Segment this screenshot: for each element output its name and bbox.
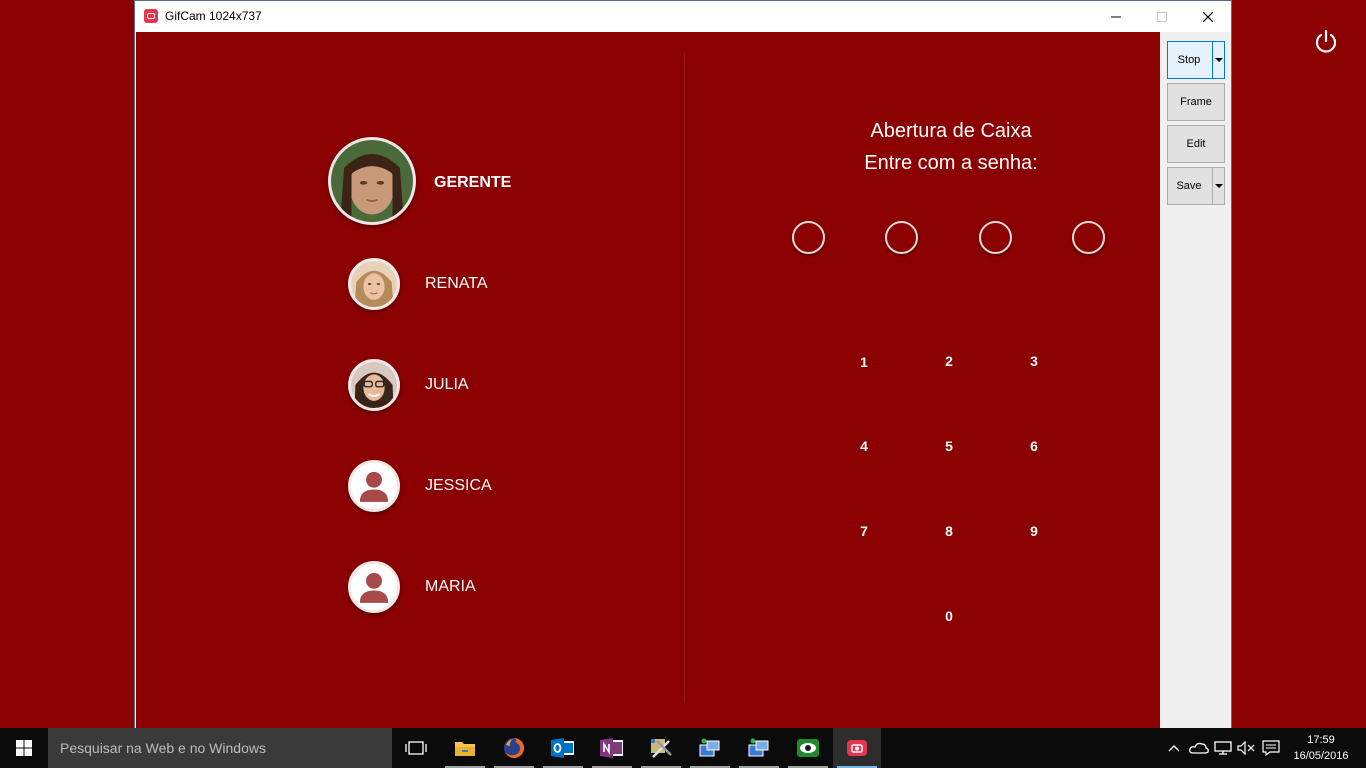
title-bar[interactable]: GifCam 1024x737 <box>135 1 1231 32</box>
avatar <box>348 258 400 310</box>
user-placeholder-icon <box>351 463 397 509</box>
frame-button[interactable]: Frame <box>1167 83 1225 121</box>
panel-divider <box>684 52 685 702</box>
keypad-key-0[interactable]: 0 <box>929 601 969 631</box>
avatar <box>348 359 400 411</box>
stop-button[interactable]: Stop <box>1167 41 1225 79</box>
action-center-icon[interactable] <box>1259 728 1283 768</box>
avatar <box>348 561 400 613</box>
file-explorer-icon[interactable] <box>441 728 489 768</box>
minimize-icon <box>1111 16 1121 17</box>
volume-muted-icon[interactable] <box>1235 728 1257 768</box>
user-placeholder-icon <box>351 564 397 610</box>
stop-dropdown-icon[interactable] <box>1212 42 1224 78</box>
user-name: JULIA <box>425 376 469 393</box>
window-title: GifCam 1024x737 <box>165 9 262 23</box>
tools-icon[interactable] <box>637 728 685 768</box>
windows-icon <box>16 740 32 756</box>
user-name: JESSICA <box>425 477 492 494</box>
chevron-up-icon[interactable] <box>1164 728 1184 768</box>
keypad-key-7[interactable]: 7 <box>844 516 884 546</box>
save-label: Save <box>1176 180 1202 192</box>
maximize-icon <box>1157 11 1167 22</box>
firefox-icon[interactable] <box>490 728 538 768</box>
keypad-key-5[interactable]: 5 <box>929 431 969 461</box>
avatar <box>328 137 416 225</box>
pin-indicator <box>885 221 918 254</box>
clock-date: 16/05/2016 <box>1293 750 1349 762</box>
start-button[interactable] <box>0 728 48 768</box>
close-icon <box>1203 11 1213 22</box>
save-dropdown-icon[interactable] <box>1212 168 1224 204</box>
user-item-maria[interactable]: MARIA <box>348 561 476 613</box>
network-app-2-icon[interactable] <box>735 728 783 768</box>
taskbar: Pesquisar na Web e no Windows 17:59 16/0… <box>0 728 1366 768</box>
keypad-key-1[interactable]: 1 <box>844 347 884 377</box>
network-app-icon[interactable] <box>686 728 734 768</box>
onedrive-icon[interactable] <box>1187 728 1211 768</box>
user-name: MARIA <box>425 578 476 595</box>
frame-label: Frame <box>1180 96 1212 108</box>
onenote-icon[interactable] <box>588 728 636 768</box>
search-placeholder: Pesquisar na Web e no Windows <box>60 740 266 756</box>
user-item-julia[interactable]: JULIA <box>348 359 469 411</box>
user-item-gerente[interactable]: GERENTE <box>328 137 511 225</box>
pin-indicator <box>792 221 825 254</box>
capture-area: GERENTE RENATA JULIA JESSICA MARIA Abert… <box>136 32 1160 729</box>
network-icon[interactable] <box>1211 728 1235 768</box>
clock-time: 17:59 <box>1307 734 1335 746</box>
gifcam-window: GifCam 1024x737 GERENTE RENATA JULIA JES… <box>134 0 1232 729</box>
keypad-key-4[interactable]: 4 <box>844 431 884 461</box>
user-item-jessica[interactable]: JESSICA <box>348 460 492 512</box>
pin-indicator <box>979 221 1012 254</box>
prompt-title: Abertura de Caixa <box>870 120 1032 142</box>
clock[interactable]: 17:59 16/05/2016 <box>1285 732 1357 764</box>
keypad-key-8[interactable]: 8 <box>929 516 969 546</box>
password-prompt: Abertura de Caixa Entre com a senha: <box>831 115 1071 179</box>
avatar <box>348 460 400 512</box>
eye-app-icon[interactable] <box>784 728 832 768</box>
keypad-key-3[interactable]: 3 <box>1014 346 1054 376</box>
minimize-button[interactable] <box>1093 1 1139 32</box>
user-item-renata[interactable]: RENATA <box>348 258 488 310</box>
save-button[interactable]: Save <box>1167 167 1225 205</box>
prompt-subtitle: Entre com a senha: <box>864 152 1038 174</box>
gifcam-controls: Stop Frame Edit Save <box>1161 32 1231 729</box>
power-icon[interactable] <box>1311 26 1341 56</box>
gifcam-icon[interactable] <box>833 728 881 768</box>
taskbar-search[interactable]: Pesquisar na Web e no Windows <box>48 728 392 768</box>
edit-label: Edit <box>1186 138 1206 150</box>
keypad-key-2[interactable]: 2 <box>929 346 969 376</box>
pin-indicator <box>1072 221 1105 254</box>
close-button[interactable] <box>1185 1 1231 32</box>
maximize-button <box>1139 1 1185 32</box>
user-name: GERENTE <box>434 174 512 191</box>
outlook-icon[interactable] <box>539 728 587 768</box>
stop-label: Stop <box>1177 54 1201 66</box>
keypad-key-6[interactable]: 6 <box>1014 431 1054 461</box>
edit-button[interactable]: Edit <box>1167 125 1225 163</box>
keypad-key-9[interactable]: 9 <box>1014 516 1054 546</box>
user-name: RENATA <box>425 275 488 292</box>
gifcam-app-icon <box>144 9 158 23</box>
task-view-icon[interactable] <box>392 728 440 768</box>
